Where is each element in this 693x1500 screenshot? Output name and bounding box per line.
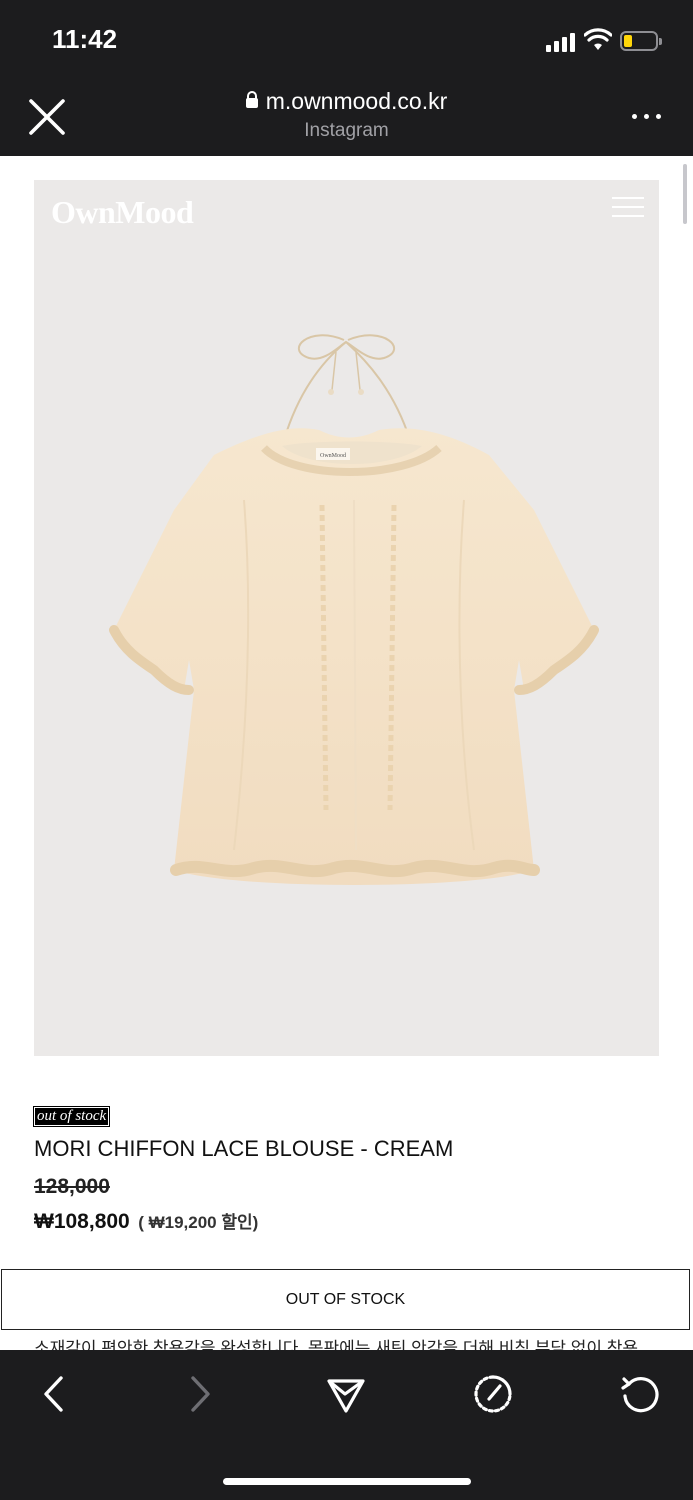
sale-price: ₩108,800 (34, 1210, 130, 1233)
speedometer-icon[interactable] (473, 1374, 513, 1414)
status-time: 11:42 (52, 24, 118, 54)
reload-icon[interactable] (620, 1374, 660, 1414)
product-name: MORI CHIFFON LACE BLOUSE - CREAM (34, 1136, 454, 1161)
cellular-signal-icon (546, 32, 578, 52)
more-dots-icon[interactable] (630, 112, 664, 122)
send-icon[interactable] (326, 1374, 366, 1414)
out-of-stock-button[interactable]: OUT OF STOCK (1, 1269, 690, 1330)
web-content[interactable]: OwnMood OwnMood out of stock MORI CHIFFO… (0, 156, 693, 1350)
status-bar: 11:42 (0, 0, 693, 80)
hamburger-menu-icon[interactable] (612, 195, 644, 219)
discount-amount: ( ₩19,200 할인) (138, 1213, 259, 1232)
battery-low-icon (620, 31, 662, 51)
sale-price-row: ₩108,800 ( ₩19,200 할인) (34, 1208, 258, 1234)
site-logo[interactable]: OwnMood (51, 194, 194, 231)
address-bar[interactable]: m.ownmood.co.kr (0, 88, 693, 115)
original-price: 128,000 (34, 1175, 110, 1198)
blouse-photo: OwnMood (109, 334, 599, 885)
source-label: Instagram (304, 120, 389, 141)
back-arrow-icon[interactable] (34, 1374, 74, 1414)
browser-nav-bar: m.ownmood.co.kr Instagram (0, 80, 693, 156)
product-description: 소재감이 편안한 착용감을 완성합니다. 몸판에는 새틴 안감을 더해 비침 부… (34, 1339, 639, 1350)
stock-tag: out of stock (32, 1106, 111, 1127)
scrollbar[interactable] (683, 164, 687, 224)
forward-arrow-icon[interactable] (180, 1374, 220, 1414)
lock-icon (245, 91, 258, 108)
product-image[interactable]: OwnMood OwnMood (34, 180, 659, 1056)
url-text: m.ownmood.co.kr (265, 88, 448, 114)
home-indicator[interactable] (223, 1478, 471, 1485)
garment-label: OwnMood (320, 453, 346, 459)
wifi-icon (584, 28, 612, 50)
